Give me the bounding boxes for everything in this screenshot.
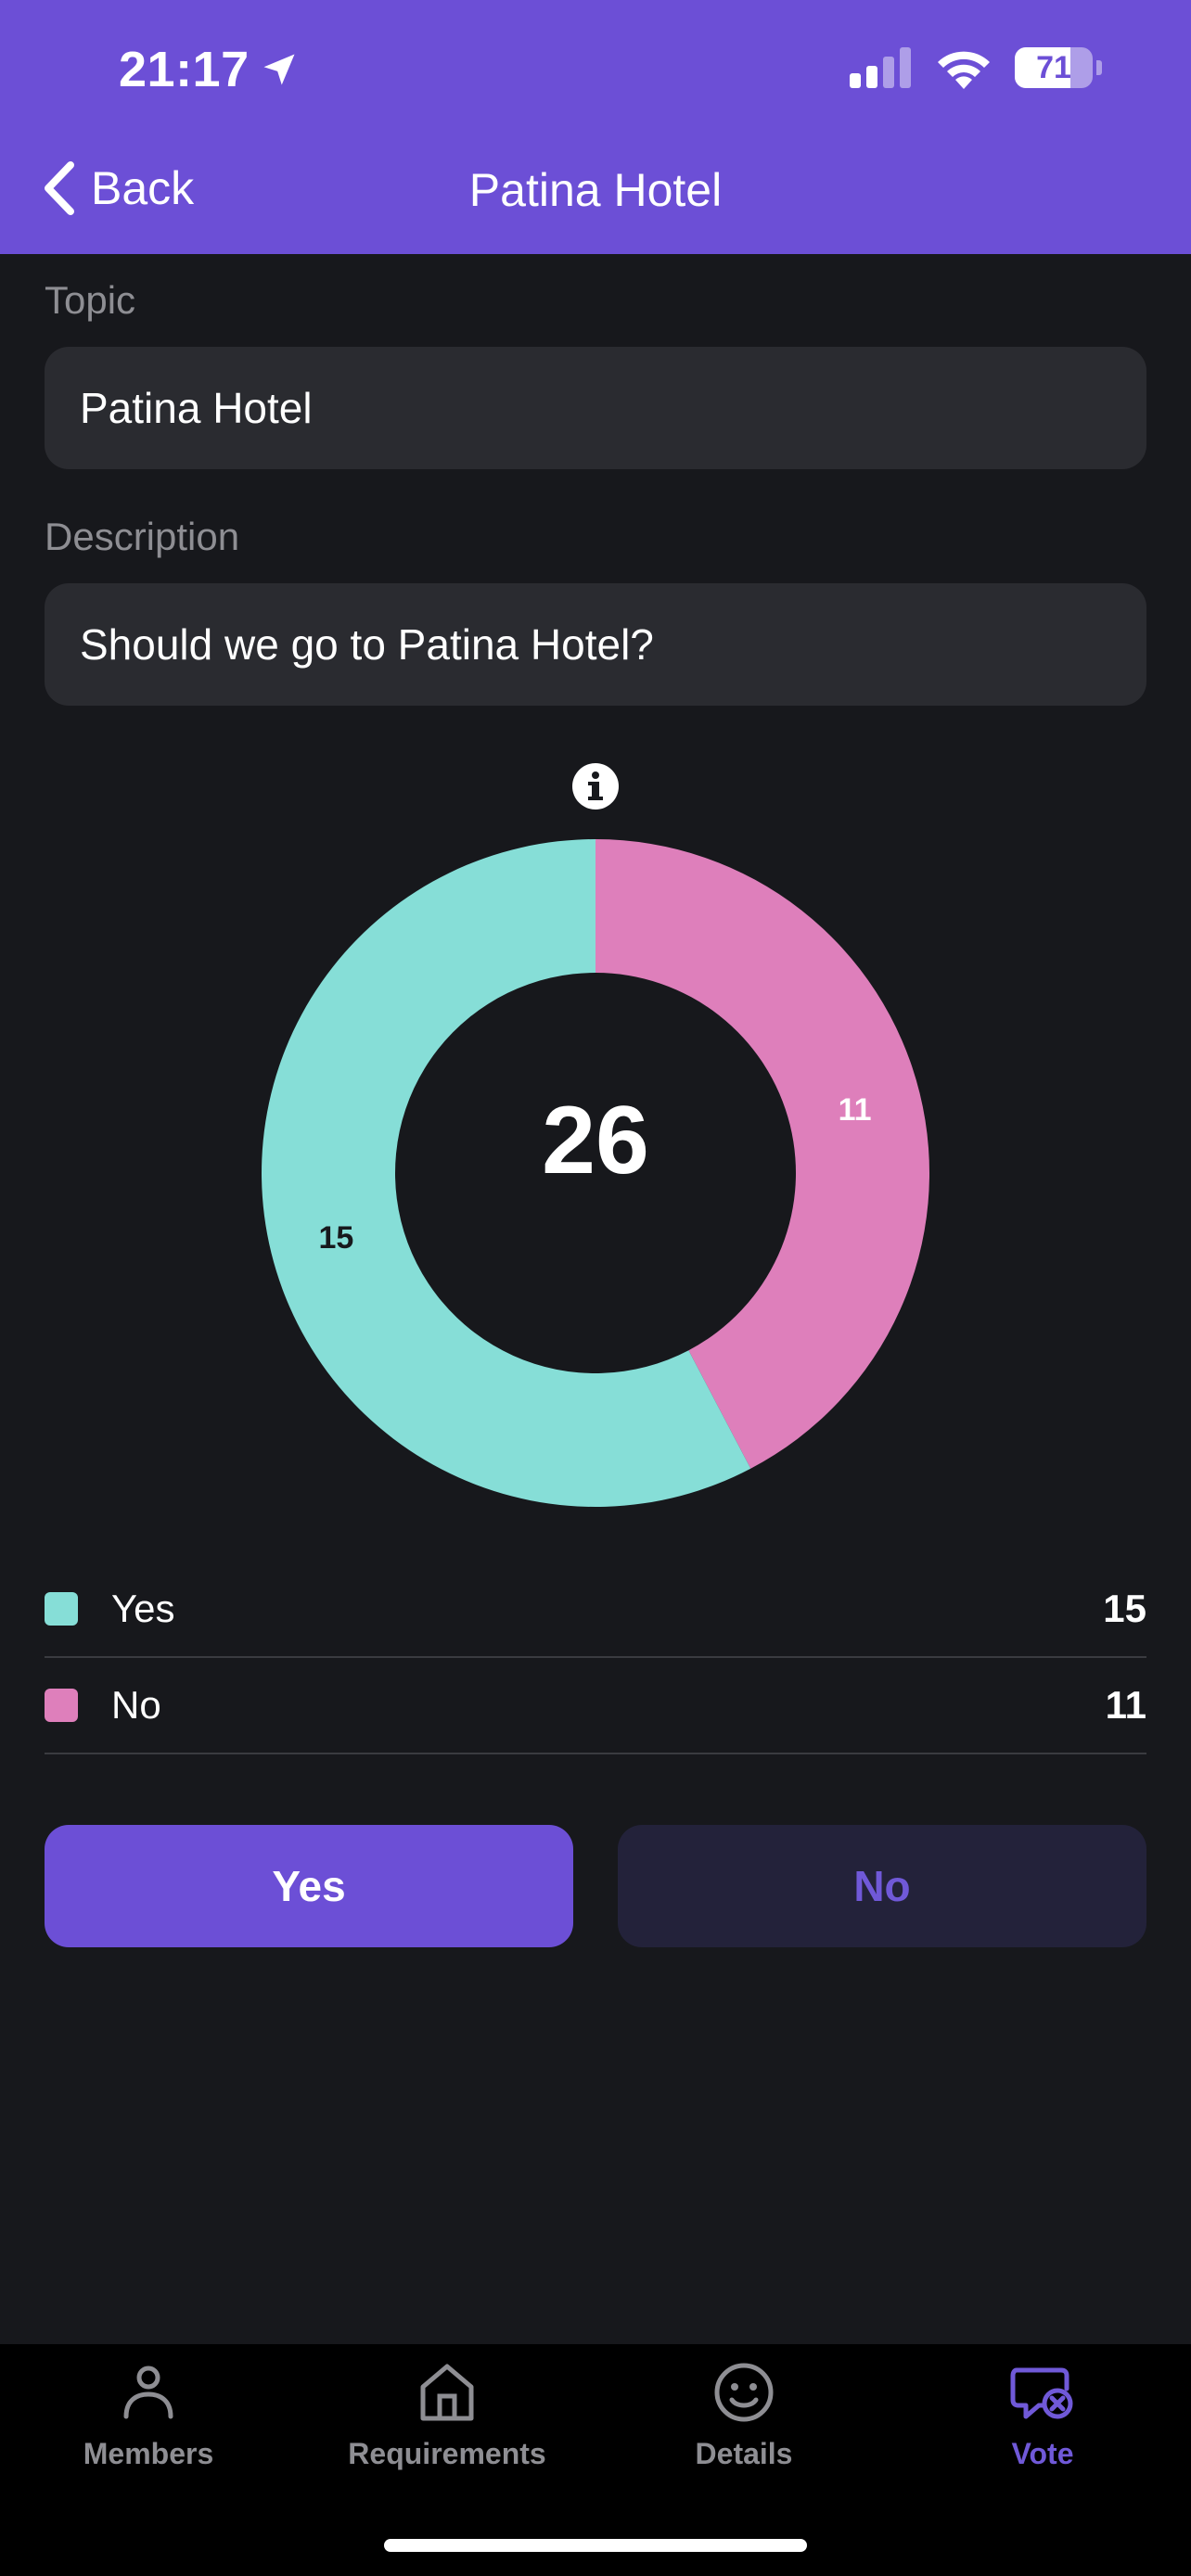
tab-details[interactable]: Details [596, 2359, 892, 2498]
status-time: 21:17 [119, 41, 300, 98]
legend-value: 11 [1105, 1683, 1146, 1727]
tab-label: Requirements [348, 2437, 546, 2470]
donut-label-yes: 15 [318, 1220, 353, 1256]
battery-tip [1096, 60, 1102, 75]
page-title: Patina Hotel [468, 164, 723, 216]
topic-label: Topic [45, 278, 136, 322]
legend-value: 15 [1103, 1587, 1146, 1630]
tab-label: Details [695, 2437, 793, 2470]
donut-slice-yes [262, 839, 751, 1507]
battery-icon: 71 [1015, 47, 1093, 88]
legend-row-yes: Yes 15 [45, 1562, 1146, 1658]
status-time-text: 21:17 [119, 42, 250, 97]
donut-label-no: 11 [839, 1092, 872, 1128]
legend-label: Yes [111, 1587, 175, 1630]
status-indicators: 71 [850, 46, 1102, 89]
description-label: Description [45, 515, 240, 558]
description-field[interactable]: Should we go to Patina Hotel? [45, 583, 1146, 706]
tab-label: Members [83, 2437, 214, 2470]
legend-label: No [111, 1683, 161, 1727]
tab-members[interactable]: Members [0, 2359, 297, 2498]
app-header: 21:17 71 Back Patina Hotel [0, 0, 1191, 254]
battery-level: 71 [1036, 49, 1071, 85]
legend-row-no: No 11 [45, 1658, 1146, 1754]
home-indicator [384, 2539, 807, 2552]
chart-total: 26 [542, 1087, 649, 1194]
vote-bubble-icon [1010, 2367, 1073, 2419]
person-icon [123, 2366, 173, 2419]
vote-no-button[interactable]: No [618, 1825, 1146, 1947]
smiley-icon [714, 2363, 774, 2422]
topic-field[interactable]: Patina Hotel [45, 347, 1146, 469]
location-arrow-icon [263, 54, 295, 85]
tab-vote[interactable]: Vote [894, 2359, 1191, 2498]
cellular-signal-icon [850, 47, 911, 88]
legend-swatch-no [45, 1689, 78, 1722]
legend-swatch-yes [45, 1592, 78, 1626]
vote-yes-button[interactable]: Yes [45, 1825, 573, 1947]
tab-requirements[interactable]: Requirements [299, 2359, 596, 2498]
tab-label: Vote [1011, 2437, 1074, 2470]
house-icon [420, 2364, 474, 2421]
donut-slice-no [596, 839, 930, 1469]
wifi-icon [938, 51, 990, 89]
info-icon[interactable] [571, 762, 620, 810]
description-value: Should we go to Patina Hotel? [80, 620, 654, 669]
topic-value: Patina Hotel [80, 384, 313, 432]
